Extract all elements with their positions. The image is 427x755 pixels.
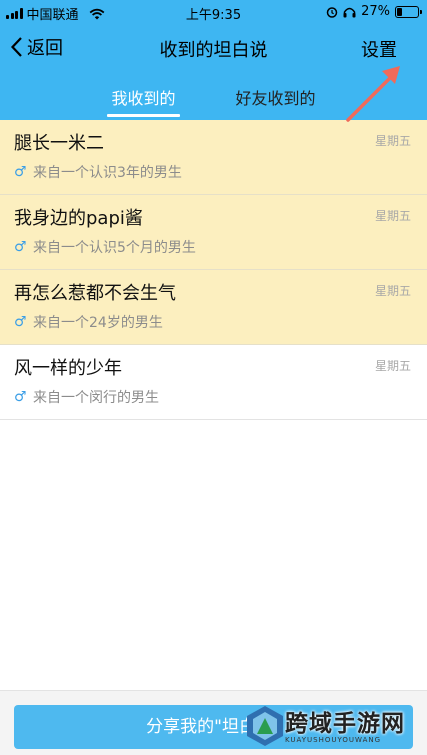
message-day: 星期五	[374, 134, 411, 148]
message-subtitle: 来自一个认识3年的男生	[33, 165, 182, 181]
male-icon: ♂	[14, 239, 27, 255]
message-title: 风一样的少年	[14, 358, 122, 379]
battery-percent: 27%	[361, 4, 390, 19]
battery-fill	[397, 7, 402, 16]
male-icon: ♂	[14, 389, 27, 405]
nav-bar: 返回 收到的坦白说 设置	[0, 24, 427, 72]
list-item[interactable]: 我身边的papi酱 ♂ 来自一个认识5个月的男生 星期五	[0, 195, 427, 270]
back-button[interactable]: 返回	[10, 34, 63, 60]
back-label: 返回	[27, 38, 63, 59]
male-icon: ♂	[14, 314, 27, 330]
list-item[interactable]: 腿长一米二 ♂ 来自一个认识3年的男生 星期五	[0, 120, 427, 195]
message-subtitle: 来自一个认识5个月的男生	[33, 240, 196, 256]
bottom-bar: 分享我的"坦白说"	[0, 690, 427, 755]
message-day: 星期五	[374, 359, 411, 373]
headphones-icon	[343, 7, 356, 17]
tab-friends-received[interactable]: 好友收到的	[236, 85, 316, 120]
message-subtitle-row: ♂ 来自一个24岁的男生	[14, 312, 411, 332]
tab-bar: 我收到的 好友收到的	[0, 72, 427, 120]
settings-button[interactable]: 设置	[361, 36, 397, 62]
message-title: 腿长一米二	[14, 133, 104, 154]
chevron-left-icon	[10, 37, 22, 57]
message-subtitle-row: ♂ 来自一个闵行的男生	[14, 387, 411, 407]
status-right: 27%	[326, 4, 422, 19]
message-subtitle-row: ♂ 来自一个认识5个月的男生	[14, 237, 411, 257]
battery-icon	[395, 5, 422, 18]
list-item[interactable]: 风一样的少年 ♂ 来自一个闵行的男生 星期五	[0, 345, 427, 420]
status-bar: 中国联通 上午9:35 27%	[0, 0, 427, 24]
share-button[interactable]: 分享我的"坦白说"	[14, 705, 413, 749]
list-item[interactable]: 再怎么惹都不会生气 ♂ 来自一个24岁的男生 星期五	[0, 270, 427, 345]
message-title: 再怎么惹都不会生气	[14, 283, 176, 304]
tab-received[interactable]: 我收到的	[107, 85, 180, 120]
male-icon: ♂	[14, 164, 27, 180]
message-list: 腿长一米二 ♂ 来自一个认识3年的男生 星期五 我身边的papi酱 ♂ 来自一个…	[0, 120, 427, 420]
message-subtitle: 来自一个闵行的男生	[33, 390, 159, 406]
alarm-icon	[326, 6, 338, 18]
message-subtitle: 来自一个24岁的男生	[33, 315, 163, 331]
message-day: 星期五	[374, 284, 411, 298]
message-day: 星期五	[374, 209, 411, 223]
message-subtitle-row: ♂ 来自一个认识3年的男生	[14, 162, 411, 182]
message-title: 我身边的papi酱	[14, 208, 143, 229]
